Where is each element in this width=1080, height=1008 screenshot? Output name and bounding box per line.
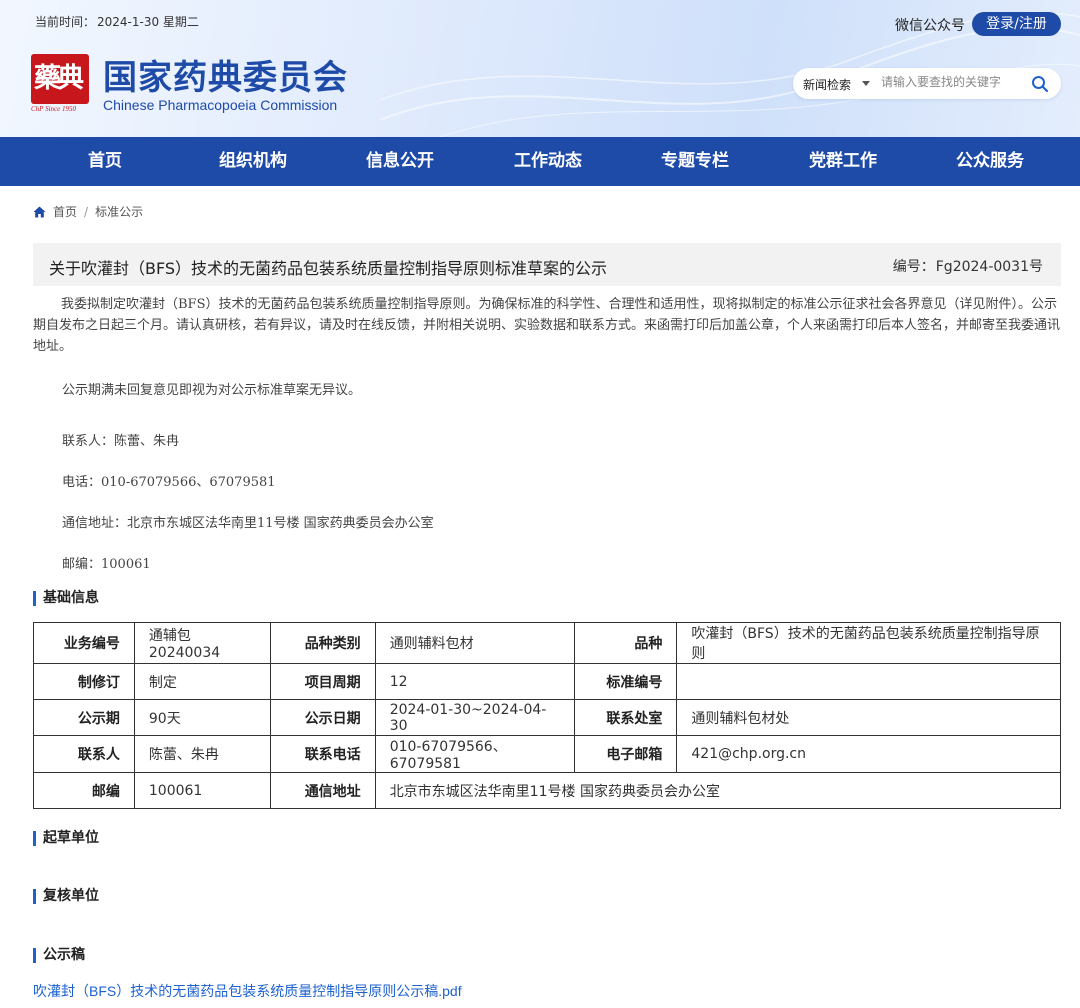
table-value: 通则辅料包材处 xyxy=(676,699,1061,736)
table-row: 业务编号 通辅包20240034 品种类别 通则辅料包材 品种 吹灌封（BFS）… xyxy=(33,622,1061,664)
search-input[interactable] xyxy=(881,75,1021,89)
table-row: 制修订 制定 项目周期 12 标准编号 xyxy=(33,663,1061,700)
search-box: 新闻检索 xyxy=(793,68,1061,99)
logo-seal[interactable]: 藥典 xyxy=(31,54,89,104)
table-key: 标准编号 xyxy=(573,663,678,700)
table-key: 品种类别 xyxy=(269,622,376,664)
article-paragraph: 我委拟制定吹灌封（BFS）技术的无菌药品包装系统质量控制指导原则。为确保标准的科… xyxy=(33,297,1061,354)
table-key: 项目周期 xyxy=(269,663,376,700)
table-value: 通则辅料包材 xyxy=(374,622,575,664)
home-icon[interactable] xyxy=(33,206,46,218)
basic-info-table: 业务编号 通辅包20240034 品种类别 通则辅料包材 品种 吹灌封（BFS）… xyxy=(33,622,1062,809)
table-value xyxy=(676,663,1061,700)
section-public-draft: 公示稿 xyxy=(33,948,85,963)
section-review-unit: 复核单位 xyxy=(33,889,99,904)
section-basic-info: 基础信息 xyxy=(33,591,99,606)
logo-seal-caption: ChP Since 1950 xyxy=(31,105,76,113)
breadcrumb: 首页 / 标准公示 xyxy=(33,203,143,220)
contact-person: 联系人：陈蕾、朱冉 xyxy=(62,434,180,449)
table-value: 吹灌封（BFS）技术的无菌药品包装系统质量控制指导原则 xyxy=(676,622,1061,664)
contact-address: 通信地址：北京市东城区法华南里11号楼 国家药典委员会办公室 xyxy=(62,516,434,531)
table-row: 邮编 100061 通信地址 北京市东城区法华南里11号楼 国家药典委员会办公室 xyxy=(33,772,1062,809)
table-value: 通辅包20240034 xyxy=(133,622,271,664)
section-drafting-unit: 起草单位 xyxy=(33,831,99,846)
article-note: 公示期满未回复意见即视为对公示标准草案无异议。 xyxy=(62,383,362,398)
breadcrumb-home[interactable]: 首页 xyxy=(53,203,77,220)
table-value: 010-67079566、67079581 xyxy=(374,735,575,773)
table-key: 品种 xyxy=(573,622,678,664)
table-value: 陈蕾、朱冉 xyxy=(133,735,271,773)
breadcrumb-current[interactable]: 标准公示 xyxy=(95,203,143,220)
site-header: 当前时间： 2024-1-30 星期二 藥典 ChP Since 1950 国家药… xyxy=(0,0,1080,137)
table-value: 12 xyxy=(374,663,575,700)
nav-item-home[interactable]: 首页 xyxy=(45,137,165,186)
attachment-pdf-link[interactable]: 吹灌封（BFS）技术的无菌药品包装系统质量控制指导原则公示稿.pdf xyxy=(33,981,462,1001)
nav-item-organization[interactable]: 组织机构 xyxy=(193,137,313,186)
table-key: 公示期 xyxy=(33,699,135,736)
table-key: 业务编号 xyxy=(33,622,135,664)
table-key: 公示日期 xyxy=(269,699,376,736)
nav-item-info-disclosure[interactable]: 信息公开 xyxy=(340,137,460,186)
table-key: 制修订 xyxy=(33,663,135,700)
table-key: 通信地址 xyxy=(269,772,376,809)
table-value: 90天 xyxy=(133,699,271,736)
table-key: 联系人 xyxy=(33,735,135,773)
article-title: 关于吹灌封（BFS）技术的无菌药品包装系统质量控制指导原则标准草案的公示 xyxy=(49,259,608,278)
search-category-select[interactable]: 新闻检索 xyxy=(803,76,851,93)
table-row: 联系人 陈蕾、朱冉 联系电话 010-67079566、67079581 电子邮… xyxy=(33,735,1061,773)
nav-item-party[interactable]: 党群工作 xyxy=(783,137,903,186)
table-value: 100061 xyxy=(133,772,271,809)
main-nav: 首页 组织机构 信息公开 工作动态 专题专栏 党群工作 公众服务 xyxy=(0,137,1080,186)
search-icon[interactable] xyxy=(1031,75,1049,93)
site-title[interactable]: 国家药典委员会 xyxy=(103,50,348,99)
breadcrumb-separator: / xyxy=(84,204,89,219)
article-title-bar: 关于吹灌封（BFS）技术的无菌药品包装系统质量控制指导原则标准草案的公示 编号：… xyxy=(33,243,1061,286)
nav-item-public-service[interactable]: 公众服务 xyxy=(930,137,1050,186)
table-value: 421@chp.org.cn xyxy=(676,735,1061,773)
contact-phone: 电话：010-67079566、67079581 xyxy=(62,475,276,490)
site-title-en: Chinese Pharmacopoeia Commission xyxy=(103,97,338,113)
table-key: 联系处室 xyxy=(573,699,678,736)
table-key: 电子邮箱 xyxy=(573,735,678,773)
wechat-link[interactable]: 微信公众号 xyxy=(895,15,965,35)
table-value: 北京市东城区法华南里11号楼 国家药典委员会办公室 xyxy=(374,772,1062,809)
table-value: 2024-01-30~2024-04-30 xyxy=(374,699,575,736)
contact-postcode: 邮编：100061 xyxy=(62,557,151,572)
table-value: 制定 xyxy=(133,663,271,700)
current-date: 当前时间： 2024-1-30 星期二 xyxy=(35,15,199,29)
article-code: 编号：Fg2024-0031号 xyxy=(892,259,1043,275)
chevron-down-icon[interactable] xyxy=(862,81,870,86)
nav-item-topics[interactable]: 专题专栏 xyxy=(635,137,755,186)
table-key: 邮编 xyxy=(33,772,135,809)
login-button[interactable]: 登录/注册 xyxy=(972,12,1061,36)
table-row: 公示期 90天 公示日期 2024-01-30~2024-04-30 联系处室 … xyxy=(33,699,1061,736)
nav-item-work-news[interactable]: 工作动态 xyxy=(488,137,608,186)
table-key: 联系电话 xyxy=(269,735,376,773)
